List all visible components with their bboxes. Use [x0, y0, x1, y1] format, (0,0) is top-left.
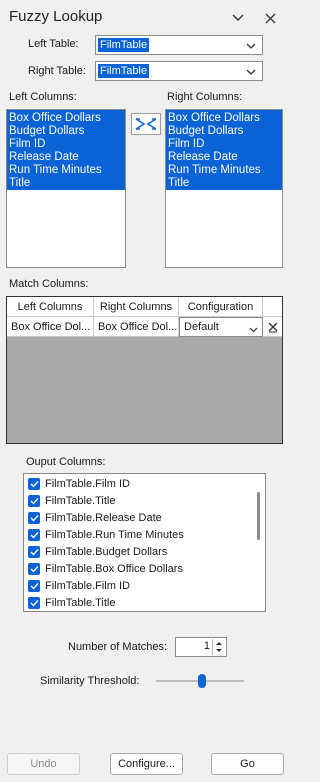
spin-arrows-icon[interactable] [212, 639, 225, 655]
pane-title: Fuzzy Lookup [9, 8, 103, 25]
similarity-threshold-label: Similarity Threshold: [40, 675, 140, 687]
delete-icon [268, 322, 278, 333]
output-list-scrollbar[interactable] [257, 492, 260, 540]
output-columns-list[interactable]: FilmTable.Film ID FilmTable.Title FilmTa… [23, 473, 266, 612]
list-item[interactable]: Budget Dollars [9, 125, 125, 138]
list-item[interactable]: Film ID [9, 138, 125, 151]
output-column-label: FilmTable.Film ID [45, 579, 130, 592]
grid-header-configuration: Configuration [179, 297, 263, 317]
match-arrows-icon [135, 118, 157, 130]
list-item[interactable]: Title [9, 177, 125, 190]
slider-thumb[interactable] [197, 674, 206, 688]
delete-match-button[interactable] [264, 317, 282, 337]
go-button[interactable]: Go [211, 753, 284, 775]
output-column-label: FilmTable.Box Office Dollars [45, 562, 183, 575]
output-column-label: FilmTable.Release Date [45, 511, 162, 524]
left-table-label: Left Table: [28, 38, 79, 50]
output-column-label: FilmTable.Film ID [45, 477, 130, 490]
right-columns-selection: Box Office Dollars Budget Dollars Film I… [166, 110, 282, 190]
list-item[interactable]: Box Office Dollars [9, 112, 125, 125]
match-right-cell[interactable]: Box Office Dol... [94, 317, 179, 337]
checkbox-checked-icon[interactable] [28, 579, 40, 592]
right-table-label: Right Table: [28, 65, 86, 77]
right-table-value: FilmTable [98, 64, 150, 78]
list-item[interactable]: Box Office Dollars [168, 112, 282, 125]
list-item[interactable]: FilmTable.Film ID [28, 577, 130, 594]
list-item[interactable]: FilmTable.Run Time Minutes [28, 526, 184, 543]
configure-button[interactable]: Configure... [110, 753, 183, 775]
checkbox-checked-icon[interactable] [28, 562, 40, 575]
list-item[interactable]: FilmTable.Budget Dollars [28, 543, 167, 560]
checkbox-checked-icon[interactable] [28, 528, 40, 541]
left-columns-selection: Box Office Dollars Budget Dollars Film I… [7, 110, 125, 190]
close-pane-icon[interactable] [260, 8, 280, 28]
undo-button[interactable]: Undo [7, 753, 80, 775]
output-column-label: FilmTable.Budget Dollars [45, 545, 168, 558]
grid-header-right-columns: Right Columns [94, 297, 179, 317]
match-columns-button[interactable] [131, 113, 161, 135]
chevron-down-icon [246, 67, 256, 79]
checkbox-checked-icon[interactable] [28, 511, 40, 524]
grid-header-left-columns: Left Columns [7, 297, 94, 317]
left-columns-label: Left Columns: [9, 91, 77, 103]
number-of-matches-stepper[interactable]: 1 [175, 637, 227, 657]
checkbox-checked-icon[interactable] [28, 477, 40, 490]
list-item[interactable]: FilmTable.Title [28, 492, 116, 509]
match-columns-label: Match Columns: [9, 278, 89, 290]
list-item[interactable]: Run Time Minutes [9, 164, 125, 177]
chevron-down-icon [246, 41, 256, 53]
configuration-value: Default [184, 321, 219, 333]
list-item[interactable]: Release Date [168, 151, 282, 164]
output-column-label: FilmTable.Title [45, 494, 116, 507]
left-table-value: FilmTable [98, 38, 150, 52]
left-table-select[interactable]: FilmTable [95, 35, 263, 55]
match-columns-grid[interactable]: Left Columns Right Columns Configuration… [6, 296, 283, 444]
number-of-matches-value: 1 [203, 640, 210, 652]
chevron-down-icon [249, 324, 258, 336]
left-columns-list[interactable]: Box Office Dollars Budget Dollars Film I… [6, 109, 126, 268]
list-item[interactable]: Film ID [168, 138, 282, 151]
output-columns-label: Ouput Columns: [26, 456, 106, 468]
checkbox-checked-icon[interactable] [28, 596, 40, 609]
right-columns-label: Right Columns: [167, 91, 243, 103]
right-columns-list[interactable]: Box Office Dollars Budget Dollars Film I… [165, 109, 283, 268]
number-of-matches-label: Number of Matches: [68, 641, 168, 653]
list-item[interactable]: Title [168, 177, 282, 190]
list-item[interactable]: FilmTable.Film ID [28, 475, 130, 492]
list-item[interactable]: Release Date [9, 151, 125, 164]
grid-header-row: Left Columns Right Columns Configuration [7, 297, 282, 317]
pane-options-chevron-icon[interactable] [228, 8, 248, 28]
list-item[interactable]: Run Time Minutes [168, 164, 282, 177]
checkbox-checked-icon[interactable] [28, 494, 40, 507]
list-item[interactable]: FilmTable.Title [28, 594, 116, 611]
checkbox-checked-icon[interactable] [28, 545, 40, 558]
output-column-label: FilmTable.Run Time Minutes [45, 528, 184, 541]
match-left-cell[interactable]: Box Office Dol... [7, 317, 94, 337]
configuration-select[interactable]: Default [179, 317, 263, 337]
output-column-label: FilmTable.Title [45, 596, 116, 609]
table-row[interactable]: Box Office Dol... Box Office Dol... Defa… [7, 317, 282, 337]
list-item[interactable]: Budget Dollars [168, 125, 282, 138]
right-table-select[interactable]: FilmTable [95, 61, 263, 81]
list-item[interactable]: FilmTable.Release Date [28, 509, 162, 526]
list-item[interactable]: FilmTable.Box Office Dollars [28, 560, 183, 577]
